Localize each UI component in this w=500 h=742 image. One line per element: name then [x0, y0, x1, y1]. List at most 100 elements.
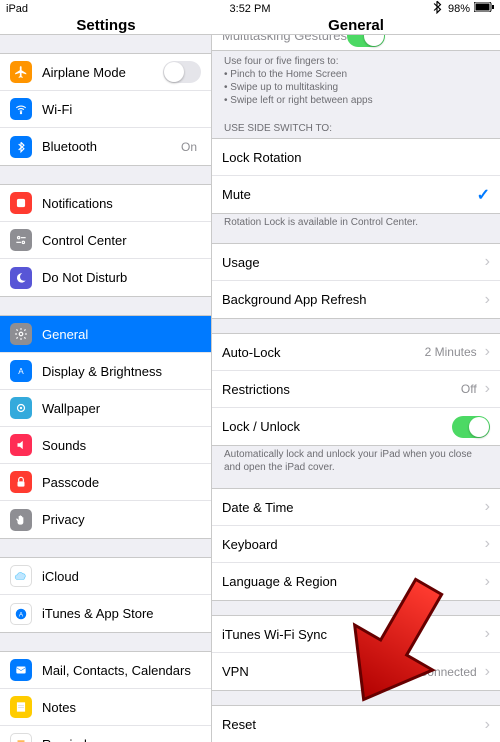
detail-pane: Multitasking Gestures Use four or five f… — [212, 35, 500, 742]
sidebar-item-value: On — [181, 140, 197, 154]
row-value: 2 Minutes — [425, 345, 477, 359]
mail-icon — [10, 659, 32, 681]
row-auto-lock[interactable]: Auto-Lock 2 Minutes › — [212, 334, 500, 371]
sidebar-item-airplane-mode[interactable]: Airplane Mode — [0, 54, 211, 91]
row-label: Auto-Lock — [222, 345, 425, 360]
sidebar-item-label: Mail, Contacts, Calendars — [42, 663, 201, 678]
wifi-icon — [10, 98, 32, 120]
chevron-right-icon: › — [485, 380, 490, 398]
gestures-note: Use four or five fingers to: Pinch to th… — [212, 51, 500, 111]
sidebar-item-icloud[interactable]: iCloud — [0, 558, 211, 595]
svg-text:A: A — [19, 611, 24, 618]
sidebar-item-label: Reminders — [42, 737, 201, 742]
chevron-right-icon: › — [485, 716, 490, 734]
lock-unlock-toggle[interactable] — [452, 416, 490, 438]
reminders-icon — [10, 733, 32, 742]
status-bar: iPad 3:52 PM 98% — [0, 0, 500, 17]
sidebar-item-label: Do Not Disturb — [42, 270, 201, 285]
wallpaper-icon — [10, 397, 32, 419]
row-reset[interactable]: Reset › — [212, 706, 500, 742]
sidebar-item-label: Display & Brightness — [42, 364, 201, 379]
chevron-right-icon: › — [485, 573, 490, 591]
notes-icon — [10, 696, 32, 718]
side-switch-header: USE SIDE SWITCH TO: — [212, 111, 500, 138]
row-label: iTunes Wi-Fi Sync — [222, 627, 481, 642]
chevron-right-icon: › — [485, 343, 490, 361]
chevron-right-icon: › — [485, 498, 490, 516]
sidebar-item-label: Airplane Mode — [42, 65, 163, 80]
notifications-icon — [10, 192, 32, 214]
multitasking-toggle[interactable] — [347, 35, 385, 47]
row-lock-rotation[interactable]: Lock Rotation — [212, 139, 500, 176]
sidebar-item-do-not-disturb[interactable]: Do Not Disturb — [0, 259, 211, 296]
row-itunes-wifi-sync[interactable]: iTunes Wi-Fi Sync › — [212, 616, 500, 653]
row-language-region[interactable]: Language & Region › — [212, 563, 500, 600]
sidebar-item-sounds[interactable]: Sounds — [0, 427, 211, 464]
gear-icon — [10, 323, 32, 345]
row-keyboard[interactable]: Keyboard › — [212, 526, 500, 563]
appstore-icon: A — [10, 603, 32, 625]
row-label: Multitasking Gestures — [222, 35, 347, 43]
sidebar-item-label: iCloud — [42, 569, 201, 584]
svg-text:A: A — [18, 367, 24, 376]
sidebar-item-itunes-appstore[interactable]: A iTunes & App Store — [0, 595, 211, 632]
row-lock-unlock[interactable]: Lock / Unlock — [212, 408, 500, 445]
row-label: Mute — [222, 187, 477, 202]
sidebar-item-mail-contacts-calendars[interactable]: Mail, Contacts, Calendars — [0, 652, 211, 689]
row-date-time[interactable]: Date & Time › — [212, 489, 500, 526]
chevron-right-icon: › — [485, 253, 490, 271]
check-icon: ✓ — [477, 185, 490, 205]
sidebar-item-label: Wallpaper — [42, 401, 201, 416]
sidebar-item-label: Sounds — [42, 438, 201, 453]
sidebar-item-general[interactable]: General — [0, 316, 211, 353]
sidebar-item-label: Notifications — [42, 196, 201, 211]
sidebar-item-control-center[interactable]: Control Center — [0, 222, 211, 259]
airplane-icon — [10, 61, 32, 83]
status-battery: 98% — [448, 3, 470, 15]
title-bar: Settings General — [0, 17, 500, 35]
row-label: Restrictions — [222, 382, 461, 397]
sidebar-item-label: General — [42, 327, 201, 342]
row-label: VPN — [222, 664, 397, 679]
sidebar-item-bluetooth[interactable]: Bluetooth On — [0, 128, 211, 165]
brightness-icon: A — [10, 360, 32, 382]
row-restrictions[interactable]: Restrictions Off › — [212, 371, 500, 408]
status-time: 3:52 PM — [230, 3, 271, 15]
row-mute[interactable]: Mute ✓ — [212, 176, 500, 213]
sidebar-item-privacy[interactable]: Privacy — [0, 501, 211, 538]
row-value: Not Connected — [397, 665, 477, 679]
status-carrier: iPad — [6, 3, 28, 15]
row-label: Background App Refresh — [222, 292, 481, 307]
sidebar-item-notes[interactable]: Notes — [0, 689, 211, 726]
chevron-right-icon: › — [485, 663, 490, 681]
chevron-right-icon: › — [485, 291, 490, 309]
sidebar-item-label: Control Center — [42, 233, 201, 248]
row-multitasking-gestures[interactable]: Multitasking Gestures — [212, 35, 500, 51]
sidebar: Airplane Mode Wi-Fi Bluetooth On Notific… — [0, 35, 212, 742]
sidebar-item-notifications[interactable]: Notifications — [0, 185, 211, 222]
sidebar-item-label: Wi-Fi — [42, 102, 201, 117]
row-vpn[interactable]: VPN Not Connected › — [212, 653, 500, 690]
cloud-icon — [10, 565, 32, 587]
bluetooth-icon — [10, 136, 32, 158]
sidebar-item-label: Privacy — [42, 512, 201, 527]
sidebar-item-reminders[interactable]: Reminders — [0, 726, 211, 742]
row-usage[interactable]: Usage › — [212, 244, 500, 281]
sidebar-title: Settings — [0, 17, 212, 34]
side-switch-note: Rotation Lock is available in Control Ce… — [212, 216, 500, 229]
row-label: Lock Rotation — [222, 150, 490, 165]
sidebar-item-wallpaper[interactable]: Wallpaper — [0, 390, 211, 427]
moon-icon — [10, 267, 32, 289]
row-background-app-refresh[interactable]: Background App Refresh › — [212, 281, 500, 318]
airplane-toggle[interactable] — [163, 61, 201, 83]
hand-icon — [10, 509, 32, 531]
battery-icon — [474, 2, 494, 15]
sidebar-item-display-brightness[interactable]: A Display & Brightness — [0, 353, 211, 390]
sidebar-item-label: iTunes & App Store — [42, 606, 201, 621]
sidebar-item-passcode[interactable]: Passcode — [0, 464, 211, 501]
detail-title: General — [212, 17, 500, 34]
sidebar-item-label: Bluetooth — [42, 139, 181, 154]
row-label: Date & Time — [222, 500, 481, 515]
sidebar-item-wifi[interactable]: Wi-Fi — [0, 91, 211, 128]
row-label: Keyboard — [222, 537, 481, 552]
